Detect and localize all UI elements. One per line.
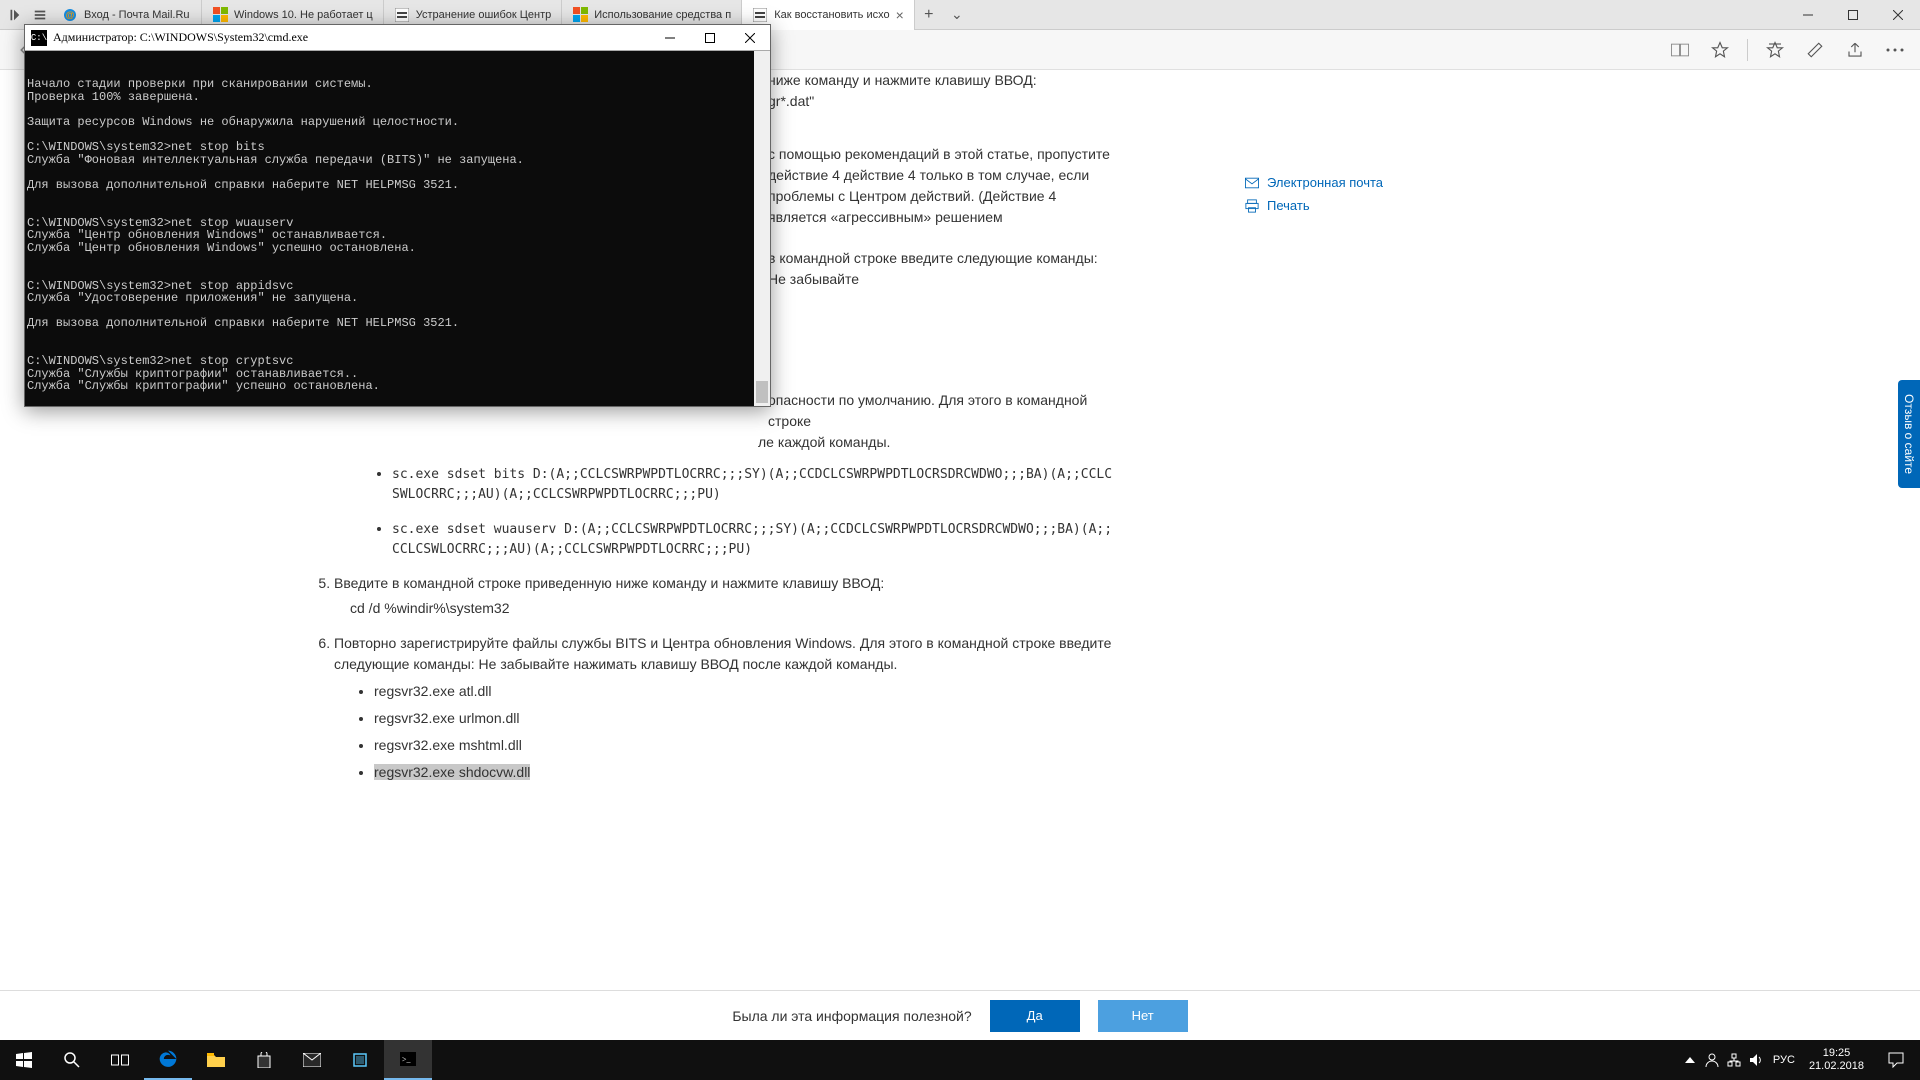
taskbar-clock[interactable]: 19:25 21.02.2018 <box>1801 1047 1872 1073</box>
article-fragment: ниже команду и нажмите клавишу ВВОД: <box>768 70 1118 91</box>
tab-overflow-icon[interactable]: ⌄ <box>943 6 971 23</box>
cmd-titlebar[interactable]: C:\ Администратор: C:\WINDOWS\System32\c… <box>25 25 770 51</box>
favicon-icon <box>752 7 768 23</box>
print-icon <box>1245 199 1259 213</box>
list-item: regsvr32.exe urlmon.dll <box>374 708 1118 729</box>
cmd-icon: C:\ <box>31 30 47 46</box>
search-button[interactable] <box>48 1040 96 1080</box>
start-button[interactable] <box>0 1040 48 1080</box>
action-center-icon[interactable] <box>1872 1040 1920 1080</box>
cmd-title: Администратор: C:\WINDOWS\System32\cmd.e… <box>53 30 650 45</box>
tab-title: Вход - Почта Mail.Ru <box>84 9 190 21</box>
cmd-close-button[interactable] <box>730 25 770 51</box>
annotate-icon[interactable] <box>1798 33 1832 67</box>
cmd-output[interactable]: Начало стадии проверки при сканировании … <box>25 51 770 406</box>
language-indicator[interactable]: РУС <box>1767 1040 1801 1080</box>
tab-title: Как восстановить исхо <box>774 9 889 21</box>
network-icon[interactable] <box>1723 1040 1745 1080</box>
more-icon[interactable] <box>1878 33 1912 67</box>
favicon-icon <box>212 7 228 23</box>
history-recent-icon[interactable] <box>28 3 52 27</box>
window-maximize-button[interactable] <box>1830 0 1875 30</box>
feedback-no-button[interactable]: Нет <box>1098 1000 1188 1032</box>
window-minimize-button[interactable] <box>1785 0 1830 30</box>
step-5: Введите в командной строке приведенную н… <box>334 573 1118 619</box>
task-view-button[interactable] <box>96 1040 144 1080</box>
share-icon[interactable] <box>1838 33 1872 67</box>
tab-title: Windows 10. Не работает ц <box>234 9 373 21</box>
email-link[interactable]: Электронная почта <box>1245 175 1425 190</box>
taskbar: >_ РУС 19:25 21.02.2018 <box>0 1040 1920 1080</box>
article-fragment: в командной строке введите следующие ком… <box>768 248 1118 290</box>
favicon-icon <box>572 7 588 23</box>
history-back-icon[interactable] <box>2 3 26 27</box>
edge-taskbar-icon[interactable] <box>144 1040 192 1080</box>
list-item: sc.exe sdset bits D:(A;;CCLCSWRPWPDTLOCR… <box>392 463 1118 504</box>
feedback-yes-button[interactable]: Да <box>990 1000 1080 1032</box>
cmd-minimize-button[interactable] <box>650 25 690 51</box>
list-item: regsvr32.exe atl.dll <box>374 681 1118 702</box>
cmd-taskbar-icon[interactable]: >_ <box>384 1040 432 1080</box>
favorite-icon[interactable] <box>1703 33 1737 67</box>
tray-overflow-icon[interactable] <box>1679 1040 1701 1080</box>
mail-icon <box>1245 177 1259 189</box>
tab-close-icon[interactable]: × <box>896 7 904 23</box>
tab-title: Использование средства п <box>594 9 731 21</box>
favicon-icon <box>394 7 410 23</box>
app-taskbar-icon[interactable] <box>336 1040 384 1080</box>
article-fragment: gr*.dat" <box>768 91 1118 112</box>
list-item: regsvr32.exe mshtml.dll <box>374 735 1118 756</box>
favicon-icon: @ <box>62 7 78 23</box>
list-item: regsvr32.exe shdocvw.dll <box>374 762 1118 783</box>
list-item: sc.exe sdset wuauserv D:(A;;CCLCSWRPWPDT… <box>392 518 1118 559</box>
feedback-bar: Была ли эта информация полезной? Да Нет <box>0 990 1920 1040</box>
reading-view-icon[interactable] <box>1663 33 1697 67</box>
system-tray: РУС 19:25 21.02.2018 <box>1679 1040 1920 1080</box>
feedback-question: Была ли эта информация полезной? <box>732 1008 971 1024</box>
tab-title: Устранение ошибок Центр <box>416 9 551 21</box>
hub-favorites-icon[interactable] <box>1758 33 1792 67</box>
step-6: Повторно зарегистрируйте файлы службы BI… <box>334 633 1118 783</box>
article-fragment: опасности по умолчанию. Для этого в кома… <box>768 390 1118 432</box>
article-fragment: с помощью рекомендаций в этой статье, пр… <box>768 144 1118 228</box>
cmd-window[interactable]: C:\ Администратор: C:\WINDOWS\System32\c… <box>24 24 771 407</box>
svg-text:>_: >_ <box>402 1055 412 1064</box>
file-explorer-icon[interactable] <box>192 1040 240 1080</box>
people-icon[interactable] <box>1701 1040 1723 1080</box>
command-text: cd /d %windir%\system32 <box>350 598 1118 619</box>
site-feedback-tab[interactable]: Отзыв о сайте <box>1898 380 1920 488</box>
cmd-scrollbar-thumb[interactable] <box>756 381 768 403</box>
svg-text:@: @ <box>66 10 75 20</box>
side-actions: Электронная почта Печать <box>1245 175 1425 221</box>
cmd-scrollbar[interactable] <box>754 51 770 406</box>
mail-taskbar-icon[interactable] <box>288 1040 336 1080</box>
new-tab-button[interactable]: + <box>915 6 943 24</box>
print-link[interactable]: Печать <box>1245 198 1425 213</box>
store-icon[interactable] <box>240 1040 288 1080</box>
article-fragment: ле каждой команды. <box>758 432 1118 453</box>
volume-icon[interactable] <box>1745 1040 1767 1080</box>
window-close-button[interactable] <box>1875 0 1920 30</box>
cmd-maximize-button[interactable] <box>690 25 730 51</box>
